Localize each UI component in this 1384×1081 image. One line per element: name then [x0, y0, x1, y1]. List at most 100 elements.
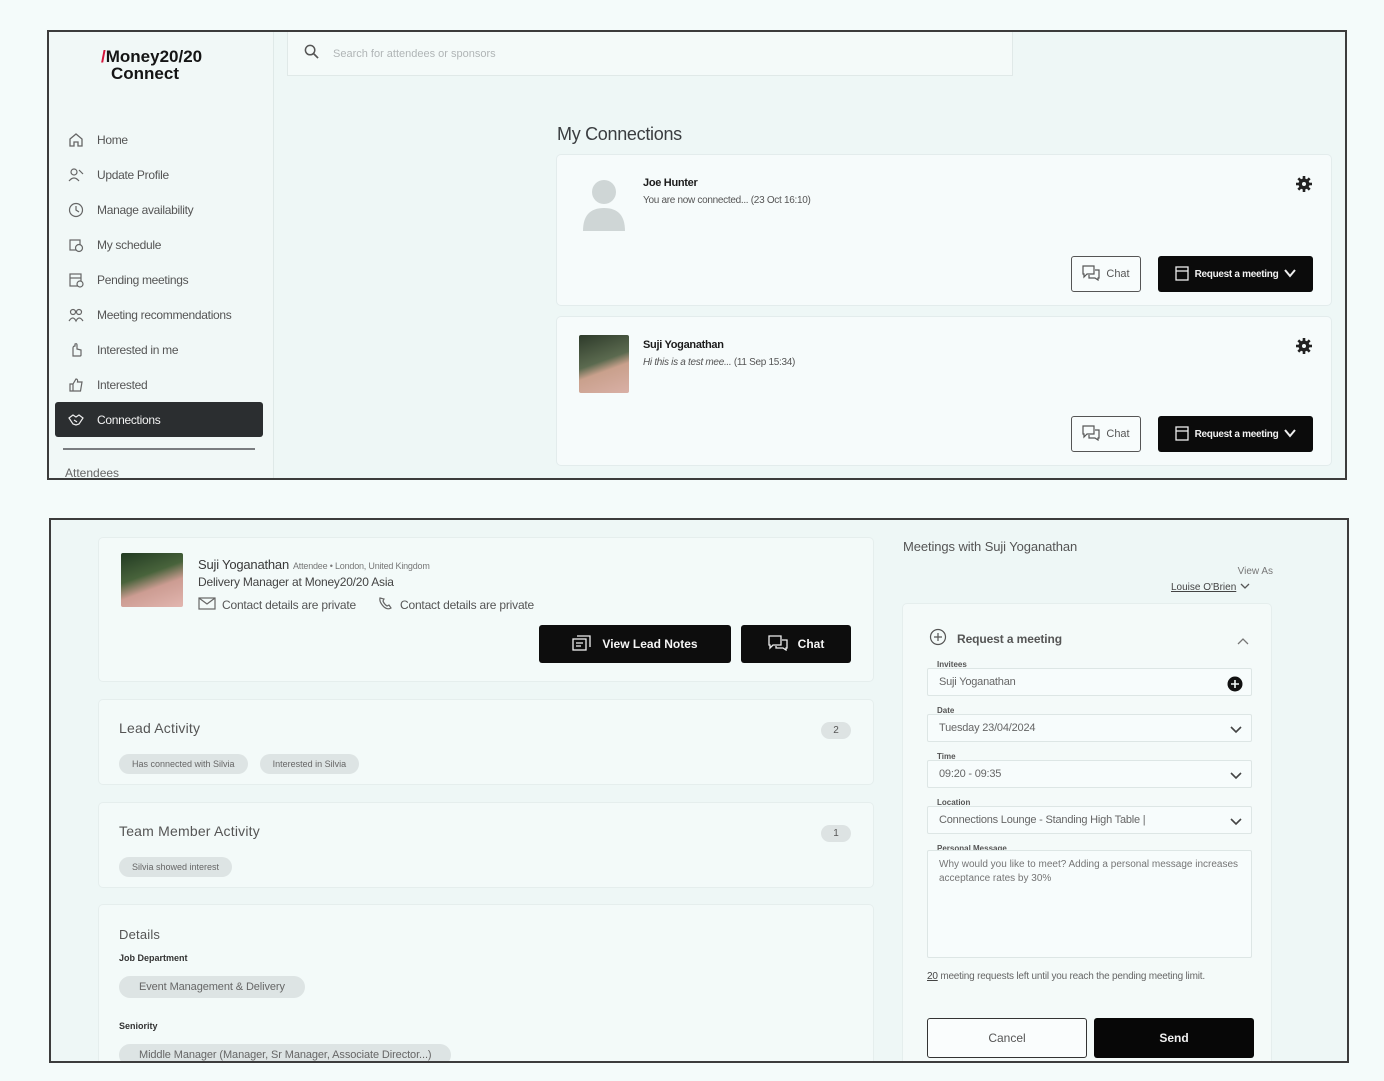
view-as-dropdown[interactable]: Louise O'Brien: [1171, 582, 1250, 593]
chat-label: Chat: [797, 637, 825, 651]
gear-icon[interactable]: [1295, 175, 1313, 193]
sidebar-item-interested-in-me[interactable]: Interested in me: [55, 332, 263, 367]
activity-tag: Has connected with Silvia: [119, 754, 248, 774]
chat-button[interactable]: Chat: [741, 625, 851, 663]
invitees-field[interactable]: Suji Yoganathan: [927, 668, 1252, 696]
search-bar: [287, 32, 1013, 76]
logo[interactable]: /Money20/20 Connect: [101, 48, 202, 82]
search-icon: [304, 44, 319, 64]
meetings-title: Meetings with Suji Yoganathan: [903, 539, 1078, 554]
meeting-limit-count: 20: [927, 971, 938, 982]
time-value: 09:20 - 09:35: [939, 768, 1002, 780]
job-department-label: Job Department: [119, 953, 188, 963]
schedule-icon: [67, 236, 85, 254]
message-time: (11 Sep 15:34): [733, 357, 796, 368]
avatar-placeholder-icon: [579, 175, 629, 233]
view-as-label: View As: [1237, 566, 1273, 577]
sidebar-item-home[interactable]: Home: [55, 122, 263, 157]
time-select[interactable]: 09:20 - 09:35: [927, 760, 1252, 788]
people-icon: [67, 306, 85, 324]
lead-activity-panel: Lead Activity 2 Has connected with Silvi…: [99, 700, 873, 784]
chat-button[interactable]: Chat: [1071, 416, 1141, 452]
team-activity-count: 1: [821, 825, 851, 842]
request-meeting-header[interactable]: Request a meeting: [929, 628, 1062, 649]
chevron-down-icon: [1284, 428, 1297, 441]
date-value: Tuesday 23/04/2024: [939, 722, 1036, 734]
activity-tag: Silvia showed interest: [119, 857, 233, 877]
connection-name[interactable]: Suji Yoganathan: [643, 339, 724, 351]
sidebar-item-label: Update Profile: [97, 167, 169, 182]
search-input[interactable]: [333, 47, 933, 60]
profile-name: Suji Yoganathan: [198, 557, 289, 572]
sidebar-item-label: My schedule: [97, 237, 162, 252]
connection-card[interactable]: Suji Yoganathan Hi this is a test mee...…: [557, 317, 1331, 465]
pending-calendar-icon: [67, 271, 85, 289]
date-select[interactable]: Tuesday 23/04/2024: [927, 714, 1252, 742]
sidebar-item-my-schedule[interactable]: My schedule: [55, 227, 263, 262]
request-meeting-button[interactable]: Request a meeting: [1158, 256, 1313, 292]
details-panel: Details Job Department Event Management …: [99, 905, 873, 1061]
connection-card[interactable]: Joe Hunter You are now connected... (23 …: [557, 155, 1331, 305]
connection-name[interactable]: Joe Hunter: [643, 177, 698, 189]
sidebar-item-manage-availability[interactable]: Manage availability: [55, 192, 263, 227]
profile-contacts: Contact details are private Contact deta…: [198, 596, 534, 613]
details-title: Details: [119, 927, 161, 942]
send-button[interactable]: Send: [1094, 1018, 1254, 1058]
request-meeting-label: Request a meeting: [1194, 428, 1279, 440]
chevron-up-icon[interactable]: [1237, 632, 1249, 650]
sidebar-item-label: Home: [97, 132, 128, 147]
sidebar-item-label: Pending meetings: [97, 272, 189, 287]
chevron-down-icon: [1284, 268, 1297, 281]
sidebar-item-meeting-recommendations[interactable]: Meeting recommendations: [55, 297, 263, 332]
request-meeting-panel: Request a meeting Invitees Suji Yoganath…: [903, 604, 1271, 1061]
personal-message-input[interactable]: [927, 850, 1252, 958]
thumbs-up-icon: [67, 376, 85, 394]
sidebar-item-update-profile[interactable]: Update Profile: [55, 157, 263, 192]
page-title: My Connections: [557, 124, 682, 144]
view-lead-notes-label: View Lead Notes: [602, 637, 698, 651]
sidebar-section-attendees[interactable]: Attendees: [65, 466, 119, 478]
gear-icon[interactable]: [1295, 337, 1313, 355]
attendee-profile-screen: Suji Yoganathan Attendee • London, United…: [49, 518, 1349, 1063]
calendar-icon: [1174, 265, 1189, 284]
chevron-down-icon: [1240, 582, 1250, 593]
lead-activity-count: 2: [821, 722, 851, 739]
chevron-down-icon: [1229, 768, 1243, 785]
sidebar-item-label: Meeting recommendations: [97, 307, 232, 322]
activity-tag: Interested in Silvia: [259, 754, 360, 774]
seniority-label: Seniority: [119, 1021, 158, 1031]
view-lead-notes-button[interactable]: View Lead Notes: [539, 625, 731, 663]
sidebar-item-pending-meetings[interactable]: Pending meetings: [55, 262, 263, 297]
lead-activity-tags: Has connected with Silvia Interested in …: [119, 754, 360, 774]
chat-label: Chat: [1106, 428, 1130, 440]
contact-email-text: Contact details are private: [222, 597, 357, 612]
plus-circle-icon: [929, 628, 947, 649]
cancel-button[interactable]: Cancel: [927, 1018, 1087, 1058]
avatar: [121, 553, 183, 607]
sidebar-item-interested[interactable]: Interested: [55, 367, 263, 402]
chat-icon: [1082, 424, 1100, 444]
view-as-user: Louise O'Brien: [1171, 582, 1237, 593]
chevron-down-icon: [1229, 814, 1243, 831]
location-select[interactable]: Connections Lounge - Standing High Table…: [927, 806, 1252, 834]
connection-last-message: Hi this is a test mee... (11 Sep 15:34): [643, 357, 795, 368]
sidebar: /Money20/20 Connect Home Update Profile: [49, 32, 274, 478]
request-meeting-title: Request a meeting: [957, 631, 1062, 646]
meeting-limit-text: meeting requests left until you reach th…: [937, 971, 1205, 982]
clock-icon: [67, 201, 85, 219]
chat-button[interactable]: Chat: [1071, 256, 1141, 292]
request-meeting-button[interactable]: Request a meeting: [1158, 416, 1313, 452]
team-activity-tags: Silvia showed interest: [119, 857, 233, 877]
job-department-value: Event Management & Delivery: [119, 976, 305, 998]
team-activity-panel: Team Member Activity 1 Silvia showed int…: [99, 803, 873, 887]
connections-screen: /Money20/20 Connect Home Update Profile: [47, 30, 1347, 480]
update-profile-icon: [67, 166, 85, 184]
phone-icon: [378, 596, 394, 613]
logo-line2: Connect: [111, 64, 179, 83]
add-invitee-icon[interactable]: [1227, 676, 1243, 695]
chat-icon: [768, 634, 788, 654]
contact-phone-text: Contact details are private: [400, 597, 535, 612]
chat-icon: [1082, 264, 1100, 284]
sidebar-item-connections[interactable]: Connections: [55, 402, 263, 437]
meeting-limit-note: 20 meeting requests left until you reach…: [927, 968, 1227, 986]
